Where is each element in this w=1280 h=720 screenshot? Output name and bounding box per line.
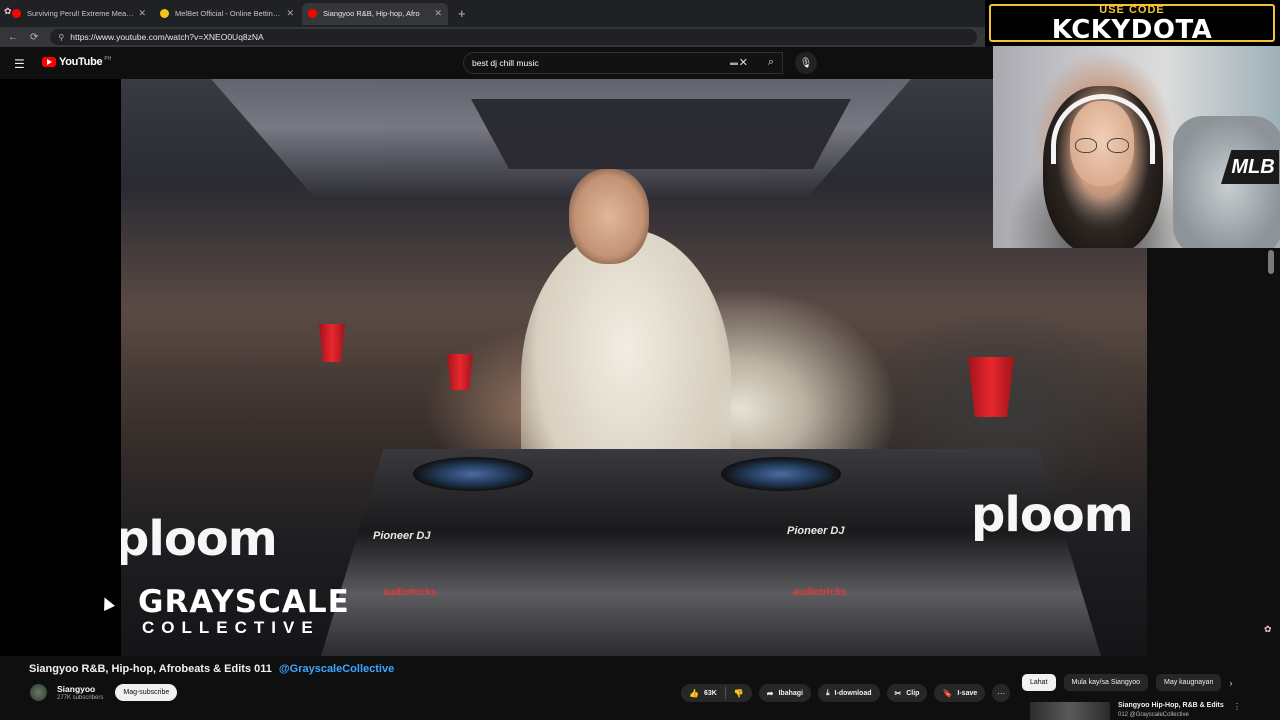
like-dislike-group: 👍 63K 👎 <box>681 684 752 702</box>
ploom-banner-right: ploom <box>971 487 1134 543</box>
channel-avatar[interactable] <box>30 684 47 701</box>
promo-code: KCKYDOTA <box>1051 15 1213 45</box>
clip-button[interactable]: ✂ Clip <box>886 684 928 702</box>
thumbs-up-icon: 👍 <box>689 688 699 698</box>
country-code: PH <box>104 56 112 62</box>
melbet-favicon-icon <box>160 9 169 18</box>
video-player[interactable]: Pioneer DJ Pioneer DJ audiotricks audiot… <box>0 79 1147 656</box>
voice-search-mic-icon[interactable]: 🎙 <box>795 52 817 74</box>
chip-related[interactable]: May kaugnayan <box>1156 674 1222 691</box>
youtube-favicon-icon <box>12 9 21 18</box>
chip-all[interactable]: Lahat <box>1022 674 1056 691</box>
glasses-icon <box>1075 138 1129 154</box>
bookmark-icon: 🔖 <box>942 688 953 698</box>
audiotricks-logo-left: audiotricks <box>383 587 437 598</box>
clip-label: Clip <box>906 689 920 697</box>
dislike-button[interactable]: 👎 <box>726 689 752 698</box>
ploom-banner-left: ploom <box>121 511 278 567</box>
promo-code-banner: USE CODE KCKYDOTA <box>985 0 1280 46</box>
red-cup <box>447 354 473 390</box>
recommended-video[interactable]: Siangyoo Hip-Hop, R&B & Edits 012 @Grays… <box>1030 700 1280 720</box>
petal-decoration-icon: ✿ <box>4 6 12 16</box>
thumbs-down-icon: 👎 <box>733 688 744 698</box>
audiotricks-logo-right: audiotricks <box>793 587 847 598</box>
browser-tab-3-active[interactable]: Siangyoo R&B, Hip-hop, Afro ✕ <box>302 2 448 25</box>
browser-tab-strip: Surviving Perul! Extreme Meats In ✕ MelB… <box>0 0 985 27</box>
recommended-thumbnail[interactable] <box>1030 702 1110 720</box>
dj-head <box>569 169 649 264</box>
youtube-logo-text: YouTube <box>59 56 103 68</box>
tab-close-icon[interactable]: ✕ <box>286 8 294 19</box>
pioneer-logo-left: Pioneer DJ <box>373 530 431 542</box>
recommended-subtitle: 012 @GrayscaleCollective <box>1118 712 1189 718</box>
recommended-title[interactable]: Siangyoo Hip-Hop, R&B & Edits <box>1118 702 1224 709</box>
share-label: Ibahagi <box>778 689 803 697</box>
new-tab-button[interactable]: + <box>458 6 466 21</box>
youtube-play-icon <box>42 57 56 67</box>
mouse-cursor-icon <box>99 595 115 611</box>
channel-handle-link[interactable]: @GrayscaleCollective <box>279 663 394 675</box>
download-label: I-download <box>834 689 872 697</box>
video-title-text: Siangyoo R&B, Hip-hop, Afrobeats & Edits… <box>29 663 272 675</box>
turntable-left <box>413 457 533 491</box>
back-arrow-icon[interactable]: ← <box>8 32 18 43</box>
tab-title: Siangyoo R&B, Hip-hop, Afro <box>323 9 420 18</box>
like-button[interactable]: 👍 63K <box>681 687 726 699</box>
video-info: Siangyoo R&B, Hip-hop, Afrobeats & Edits… <box>0 656 1280 720</box>
reload-icon[interactable]: ⟳ <box>30 32 38 43</box>
club-ceiling <box>211 79 911 199</box>
recommended-more-icon[interactable]: ⋮ <box>1233 702 1241 711</box>
keyboard-icon[interactable]: ▬ <box>730 58 738 67</box>
watermark-line-1: GRAYSCALE <box>138 584 350 620</box>
browser-address-bar: ← ⟳ ⚲ https://www.youtube.com/watch?v=XN… <box>0 27 985 47</box>
save-button[interactable]: 🔖 I-save <box>934 684 986 702</box>
red-cup <box>968 357 1014 417</box>
browser-tab-2[interactable]: MelBet Official - Online Betting W ✕ <box>154 3 300 25</box>
channel-name[interactable]: Siangyoo <box>57 684 103 694</box>
youtube-masthead: ☰ YouTube PH best dj chill music ▬ ✕ ⌕ 🎙 <box>0 47 990 79</box>
chip-from-channel[interactable]: Mula kay/sa Siangyoo <box>1063 674 1149 691</box>
search-query: best dj chill music <box>472 58 539 68</box>
page-scrollbar[interactable] <box>1268 250 1274 274</box>
video-actions: 👍 63K 👎 ➦ Ibahagi ⤓ I-download ✂ Clip 🔖 … <box>681 684 1011 702</box>
video-title: Siangyoo R&B, Hip-hop, Afrobeats & Edits… <box>29 663 394 675</box>
red-cup <box>319 324 345 362</box>
grayscale-watermark: GRAYSCALE COLLECTIVE <box>138 586 350 638</box>
scissors-icon: ✂ <box>894 688 902 698</box>
tab-close-icon[interactable]: ✕ <box>434 8 442 19</box>
url-field[interactable]: ⚲ https://www.youtube.com/watch?v=XNEO0U… <box>50 29 977 45</box>
tab-title: MelBet Official - Online Betting W <box>175 9 283 18</box>
share-button[interactable]: ➦ Ibahagi <box>758 684 811 702</box>
more-actions-button[interactable]: ··· <box>992 684 1011 702</box>
site-info-icon[interactable]: ⚲ <box>58 33 64 42</box>
subscribe-button[interactable]: Mag-subscribe <box>115 684 178 701</box>
chevron-right-icon[interactable]: › <box>1229 678 1232 688</box>
youtube-favicon-icon <box>308 9 317 18</box>
share-icon: ➦ <box>766 688 774 698</box>
watermark-line-2: COLLECTIVE <box>142 618 320 637</box>
browser-tab-1[interactable]: Surviving Perul! Extreme Meats In ✕ <box>6 3 152 25</box>
subscriber-count: 277K subscribers <box>57 695 104 701</box>
channel-meta: Siangyoo 277K subscribers <box>57 684 103 701</box>
clear-search-icon[interactable]: ✕ <box>739 56 748 69</box>
secondary-column <box>1147 248 1280 656</box>
download-icon: ⤓ <box>826 688 830 697</box>
search-input[interactable]: best dj chill music ▬ ✕ ⌕ <box>463 52 783 74</box>
tab-title: Surviving Perul! Extreme Meats In <box>27 9 135 18</box>
url-text: https://www.youtube.com/watch?v=XNEO0Uq8… <box>70 32 264 42</box>
related-filter-chips: Lahat Mula kay/sa Siangyoo May kaugnayan… <box>1022 674 1232 691</box>
menu-icon[interactable]: ☰ <box>14 57 25 71</box>
channel-row: Siangyoo 277K subscribers Mag-subscribe <box>30 684 178 701</box>
streamer-webcam: MLB <box>993 46 1280 248</box>
save-label: I-save <box>957 689 978 697</box>
promo-code-box: USE CODE KCKYDOTA <box>989 4 1275 45</box>
download-button[interactable]: ⤓ I-download <box>818 684 880 702</box>
turntable-right <box>721 457 841 491</box>
petal-decoration-icon: ✿ <box>1264 624 1272 634</box>
like-count: 63K <box>703 689 717 697</box>
tab-close-icon[interactable]: ✕ <box>138 8 146 19</box>
search-icon[interactable]: ⌕ <box>768 56 774 69</box>
youtube-logo[interactable]: YouTube PH <box>42 56 111 68</box>
pioneer-logo-right: Pioneer DJ <box>787 525 845 537</box>
